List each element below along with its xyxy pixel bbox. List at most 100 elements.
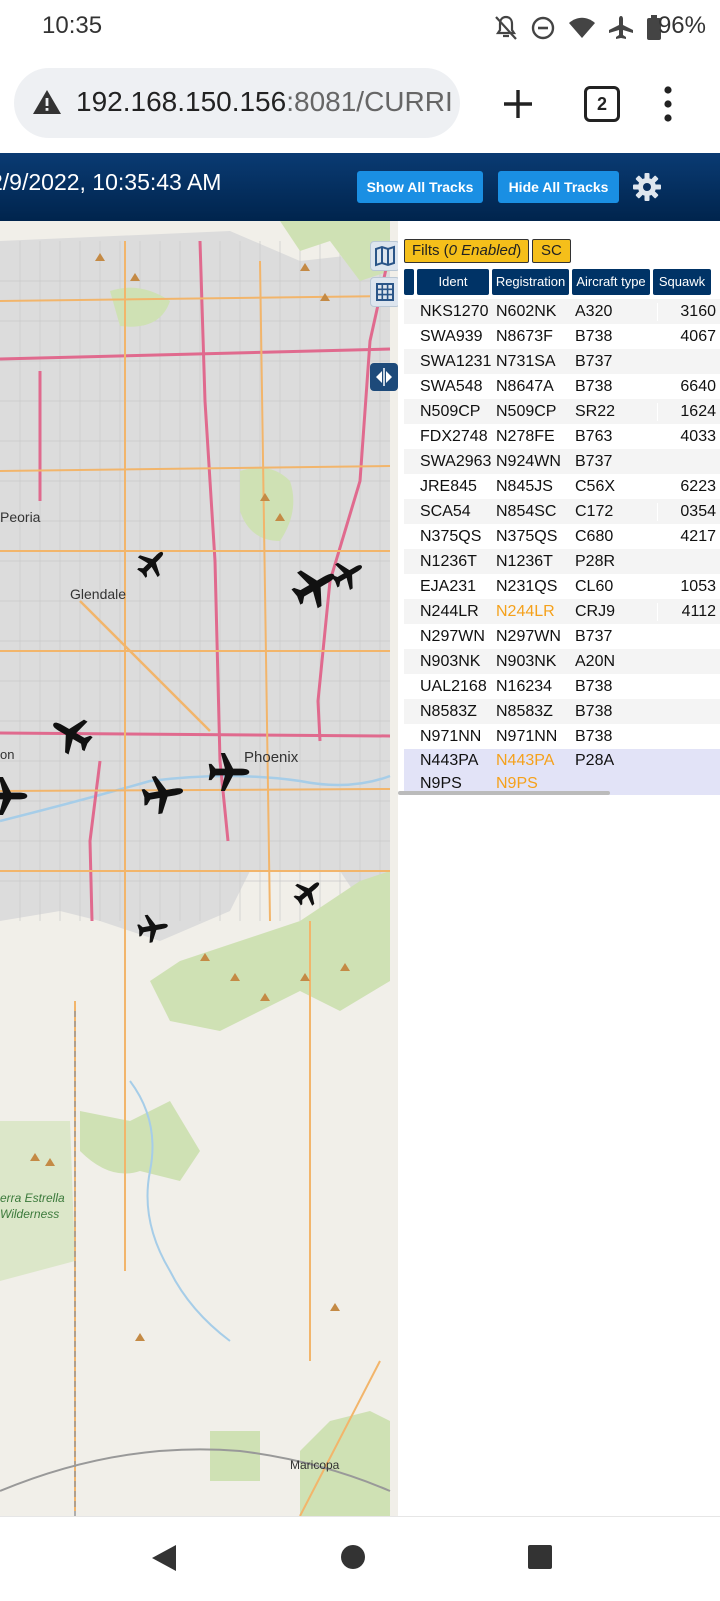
cell-registration: N8673F: [496, 327, 553, 345]
cell-registration: N375QS: [496, 527, 558, 545]
cell-ident: N375QS: [420, 527, 482, 545]
battery-percent: 96%: [657, 12, 706, 39]
table-row[interactable]: FDX2748 N278FE B763 4033: [404, 424, 720, 449]
column-squawk[interactable]: Squawk: [653, 269, 711, 295]
cell-ident: N971NN: [420, 727, 482, 745]
bell-off-icon: [495, 15, 517, 40]
current-datetime: 2/9/2022, 10:35:43 AM: [0, 169, 222, 195]
cell-ident: NKS1270: [420, 302, 489, 320]
filters-suffix: ): [516, 242, 522, 259]
filters-button[interactable]: Filts (0 Enabled): [404, 239, 530, 263]
cell-registration: N509CP: [496, 402, 557, 420]
overflow-menu-icon[interactable]: [664, 86, 672, 122]
cell-aircraft-type: C680: [575, 527, 614, 545]
new-tab-plus-icon[interactable]: [496, 82, 540, 126]
cell-squawk: 4217: [657, 527, 720, 546]
aircraft-marker-icon[interactable]: [140, 771, 186, 817]
table-row[interactable]: N244LR N244LR CRJ9 4112: [404, 599, 720, 624]
cell-registration: N297WN: [496, 627, 561, 645]
map-label-maricopa: Maricopa: [290, 1458, 340, 1472]
map-grid-button[interactable]: [370, 277, 398, 307]
cell-aircraft-type: B738: [575, 677, 613, 695]
cell-aircraft-type: B763: [575, 427, 613, 445]
column-handle[interactable]: [404, 269, 414, 295]
table-row[interactable]: SWA1231 N731SA B737: [404, 349, 720, 374]
table-row[interactable]: SWA2963 N924WN B737: [404, 449, 720, 474]
hide-all-tracks-button[interactable]: Hide All Tracks: [498, 171, 619, 203]
table-header: Ident Registration Aircraft type Squawk: [404, 269, 711, 295]
table-row[interactable]: UAL2168 N16234 B738: [404, 674, 720, 699]
table-row[interactable]: EJA231 N231QS CL60 1053: [404, 574, 720, 599]
panel-resize-button[interactable]: [370, 363, 398, 391]
cell-squawk: 4033: [657, 427, 720, 446]
table-row[interactable]: N8583Z N8583Z B738: [404, 699, 720, 724]
aircraft-marker-icon[interactable]: [0, 773, 30, 819]
table-row[interactable]: N971NN N971NN B738: [404, 724, 720, 749]
settings-gear-icon[interactable]: [632, 172, 662, 202]
not-secure-warning-icon[interactable]: [32, 88, 62, 116]
url-text[interactable]: 192.168.150.156:8081/CURRI: [76, 86, 453, 118]
table-row[interactable]: SWA548 N8647A B738 6640: [404, 374, 720, 399]
map-label-phoenix: Phoenix: [244, 749, 299, 766]
tab-switcher-button[interactable]: 2: [584, 86, 620, 122]
cell-aircraft-type: P28R: [575, 552, 616, 570]
cell-registration: N231QS: [496, 577, 558, 595]
cell-registration: N903NK: [496, 652, 557, 670]
cell-registration: N8583Z: [496, 702, 553, 720]
map-icon: [375, 245, 395, 267]
status-time: 10:35: [42, 12, 103, 39]
back-icon[interactable]: [150, 1543, 178, 1573]
cell-aircraft-type: B737: [575, 452, 613, 470]
map-label-peoria: Peoria: [0, 509, 41, 525]
aircraft-marker-icon[interactable]: [48, 711, 94, 757]
cell-registration: N845JS: [496, 477, 553, 495]
map-layers-button[interactable]: [370, 241, 398, 271]
table-row[interactable]: N903NK N903NK A20N: [404, 649, 720, 674]
cell-squawk: 1053: [657, 577, 720, 596]
map-view[interactable]: Peoria Glendale Phoenix on erra Estrella…: [0, 221, 398, 1516]
cell-ident: N297WN: [420, 627, 485, 645]
column-ident[interactable]: Ident: [417, 269, 489, 295]
show-all-tracks-button[interactable]: Show All Tracks: [357, 171, 483, 203]
cell-squawk: 6640: [657, 377, 720, 396]
aircraft-marker-icon[interactable]: [136, 911, 170, 945]
table-row[interactable]: SWA939 N8673F B738 4067: [404, 324, 720, 349]
cell-aircraft-type: B738: [575, 327, 613, 345]
cell-aircraft-type: B738: [575, 702, 613, 720]
table-row[interactable]: N443PA N443PA P28A: [404, 749, 720, 772]
home-icon[interactable]: [340, 1544, 366, 1570]
recents-icon[interactable]: [527, 1544, 553, 1570]
cell-ident: N244LR: [420, 602, 479, 620]
sc-button[interactable]: SC: [532, 239, 571, 263]
cell-ident: SWA2963: [420, 452, 492, 470]
cell-registration: N854SC: [496, 502, 557, 520]
cell-aircraft-type: CL60: [575, 577, 614, 595]
horizontal-scrollbar[interactable]: [398, 791, 610, 795]
dnd-icon: [531, 16, 555, 40]
table-row[interactable]: NKS1270 N602NK A320 3160: [404, 299, 720, 324]
table-row[interactable]: SCA54 N854SC C172 0354: [404, 499, 720, 524]
cell-aircraft-type: B738: [575, 377, 613, 395]
map-tiles[interactable]: [0, 221, 398, 1516]
table-row[interactable]: N1236T N1236T P28R: [404, 549, 720, 574]
cell-ident: SCA54: [420, 502, 471, 520]
table-row[interactable]: JRE845 N845JS C56X 6223: [404, 474, 720, 499]
cell-aircraft-type: SR22: [575, 402, 616, 420]
cell-registration: N16234: [496, 677, 553, 695]
cell-aircraft-type: P28A: [575, 751, 615, 769]
filters-enabled-count: 0 Enabled: [448, 242, 517, 259]
table-row[interactable]: N375QS N375QS C680 4217: [404, 524, 720, 549]
column-aircraft-type[interactable]: Aircraft type: [572, 269, 650, 295]
android-nav-bar: [0, 1516, 720, 1601]
table-row[interactable]: N297WN N297WN B737: [404, 624, 720, 649]
cell-aircraft-type: C56X: [575, 477, 616, 495]
aircraft-marker-icon[interactable]: [292, 876, 324, 908]
address-bar[interactable]: 192.168.150.156:8081/CURRI: [14, 68, 460, 138]
cell-squawk: 0354: [657, 502, 720, 521]
cell-registration: N1236T: [496, 552, 553, 570]
aircraft-marker-icon[interactable]: [206, 749, 252, 795]
aircraft-marker-icon[interactable]: [135, 546, 169, 580]
column-registration[interactable]: Registration: [492, 269, 569, 295]
table-row[interactable]: N509CP N509CP SR22 1624: [404, 399, 720, 424]
aircraft-marker-icon[interactable]: [330, 556, 366, 592]
